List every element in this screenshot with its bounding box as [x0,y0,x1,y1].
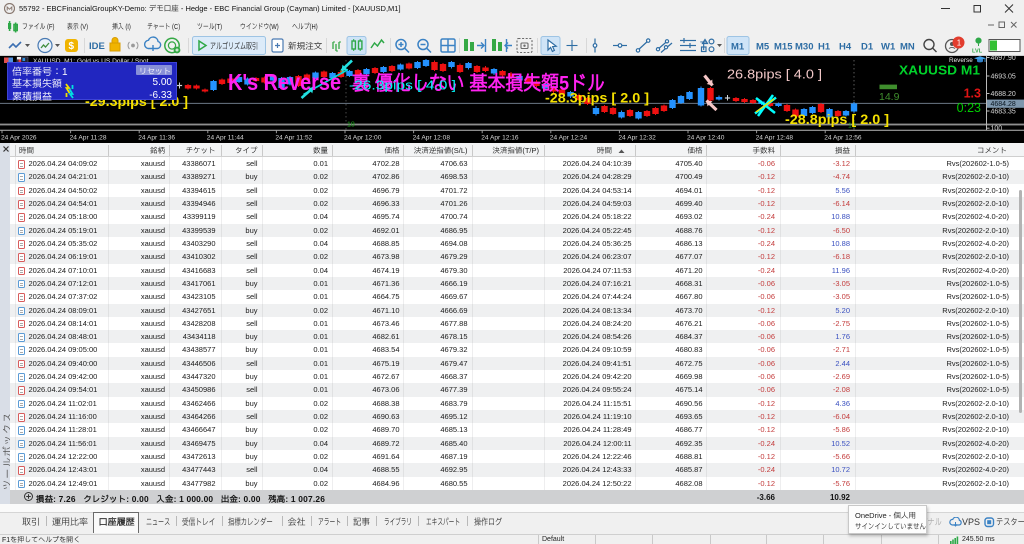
svg-text:LVL: LVL [972,49,983,55]
svg-text:24 Apr 2026: 24 Apr 2026 [1,135,37,142]
svg-text:18: 18 [347,122,355,129]
svg-text:0:23: 0:23 [957,101,981,115]
svg-text:4683.35: 4683.35 [991,108,1016,115]
svg-text:4697.90: 4697.90 [991,56,1016,62]
svg-text:MN: MN [900,42,915,53]
svg-text:24 Apr 12:40: 24 Apr 12:40 [687,135,725,142]
svg-text:24 Apr 11:28: 24 Apr 11:28 [70,135,107,142]
svg-text:4693.05: 4693.05 [991,73,1016,80]
svg-text:24 Apr 11:52: 24 Apr 11:52 [275,135,312,142]
svg-text:24 Apr 12:48: 24 Apr 12:48 [756,135,794,142]
svg-text:H1: H1 [818,42,831,53]
svg-text:24 Apr 12:16: 24 Apr 12:16 [481,135,519,142]
svg-text:M15: M15 [774,42,793,53]
svg-text:$: $ [69,41,75,52]
svg-text:100: 100 [991,126,1003,133]
svg-text:24 Apr 12:08: 24 Apr 12:08 [413,135,451,142]
svg-text:26.8pips [ 4.0 ]: 26.8pips [ 4.0 ] [727,68,822,82]
svg-text:-26.3pips [ 4.0 ]: -26.3pips [ 4.0 ] [349,79,456,93]
svg-text:新規注文: 新規注文 [288,41,323,51]
svg-text:M1: M1 [731,42,745,53]
svg-text:24 Apr 12:56: 24 Apr 12:56 [824,135,862,142]
svg-text:アルゴリズム取引: アルゴリズム取引 [210,41,258,51]
svg-text:XAUUSD M1: XAUUSD M1 [899,63,980,78]
svg-text:24 Apr 11:36: 24 Apr 11:36 [138,135,175,142]
svg-text:24 Apr 12:00: 24 Apr 12:00 [344,135,382,142]
svg-text:K's Reverse: K's Reverse [228,69,341,95]
svg-text:14.9: 14.9 [879,91,900,103]
svg-text:24 Apr 11:44: 24 Apr 11:44 [207,135,244,142]
svg-text:IDE: IDE [89,41,105,52]
svg-text:W1: W1 [881,42,896,53]
svg-text:H4: H4 [839,42,852,53]
svg-text:M5: M5 [756,42,770,53]
svg-text:24 Apr 12:24: 24 Apr 12:24 [550,135,588,142]
svg-text:D1: D1 [861,42,874,53]
svg-text:4688.20: 4688.20 [991,91,1016,98]
svg-text:4684.28: 4684.28 [991,101,1016,108]
svg-text:24 Apr 12:32: 24 Apr 12:32 [618,135,656,142]
svg-text:1: 1 [957,38,962,47]
svg-text:M30: M30 [795,42,813,53]
svg-text:-28.8pips [ 2.0 ]: -28.8pips [ 2.0 ] [785,112,889,127]
svg-text:1.3: 1.3 [964,87,981,101]
